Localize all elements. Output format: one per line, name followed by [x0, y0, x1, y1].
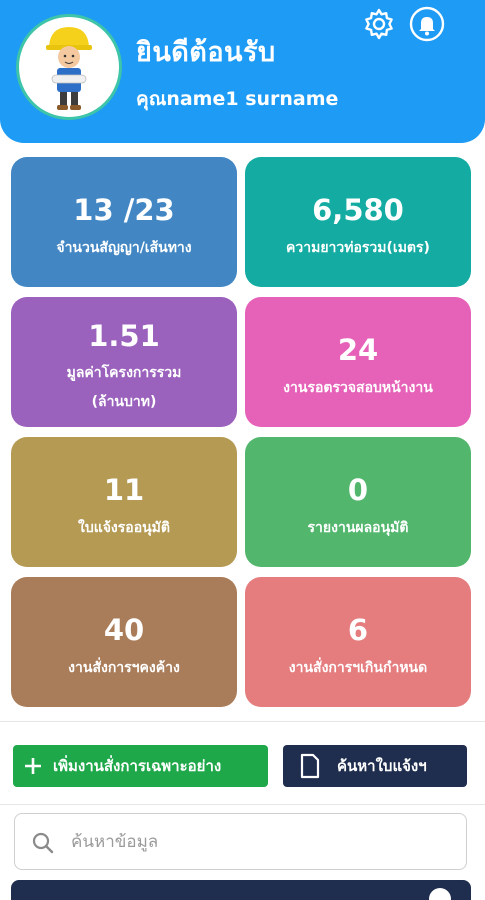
stat-value: 6,580 [312, 193, 404, 227]
search-box [14, 813, 467, 870]
gear-icon [365, 8, 393, 40]
stat-value: 24 [337, 333, 379, 367]
stat-label: งานสั่งการฯคงค้าง [68, 660, 180, 676]
notification-button[interactable] [409, 6, 445, 42]
settings-button[interactable] [361, 6, 397, 42]
bottom-panel-header[interactable] [11, 880, 471, 900]
stat-card-project-value[interactable]: 1.51 มูลค่าโครงการรวม (ล้านบาท) [11, 297, 237, 427]
stat-card-approval-report[interactable]: 0 รายงานผลอนุมัติ [245, 437, 471, 567]
user-name: คุณname1 surname [136, 88, 339, 110]
divider [0, 721, 485, 722]
search-notice-button[interactable]: ค้นหาใบแจ้งฯ [283, 745, 467, 787]
stat-card-overdue-orders[interactable]: 6 งานสั่งการฯเกินกำหนด [245, 577, 471, 707]
stat-card-pipe-length[interactable]: 6,580 ความยาวท่อรวม(เมตร) [245, 157, 471, 287]
plus-icon [13, 756, 53, 776]
stat-value: 0 [347, 473, 369, 507]
info-icon [429, 888, 451, 900]
stat-label: งานสั่งการฯเกินกำหนด [288, 660, 428, 676]
stat-card-outstanding-orders[interactable]: 40 งานสั่งการฯคงค้าง [11, 577, 237, 707]
header: ยินดีต้อนรับ คุณname1 surname [0, 0, 485, 143]
stat-label: รายงานผลอนุมัติ [307, 520, 409, 536]
divider [0, 804, 485, 805]
avatar [16, 14, 122, 120]
stat-card-contracts[interactable]: 13 /23 จำนวนสัญญา/เส้นทาง [11, 157, 237, 287]
stat-label: มูลค่าโครงการรวม (ล้านบาท) [66, 365, 182, 410]
search-input[interactable] [71, 826, 451, 858]
add-specific-order-button[interactable]: เพิ่มงานสั่งการเฉพาะอย่าง [13, 745, 268, 787]
document-icon [283, 753, 337, 779]
stat-value: 1.51 [88, 319, 160, 353]
stat-value: 13 /23 [73, 193, 175, 227]
stat-label: งานรอตรวจสอบหน้างาน [283, 380, 433, 396]
search-notice-label: ค้นหาใบแจ้งฯ [337, 757, 427, 775]
stat-card-pending-approval[interactable]: 11 ใบแจ้งรออนุมัติ [11, 437, 237, 567]
add-button-label: เพิ่มงานสั่งการเฉพาะอย่าง [53, 757, 222, 775]
stat-value: 6 [347, 613, 369, 647]
stat-label: ใบแจ้งรออนุมัติ [77, 520, 170, 536]
stat-label: ความยาวท่อรวม(เมตร) [286, 240, 430, 256]
stat-label: จำนวนสัญญา/เส้นทาง [56, 240, 192, 256]
search-icon [31, 831, 55, 859]
welcome-title: ยินดีต้อนรับ [136, 37, 276, 68]
stat-card-pending-inspection[interactable]: 24 งานรอตรวจสอบหน้างาน [245, 297, 471, 427]
stat-value: 11 [103, 473, 145, 507]
bell-icon [409, 6, 445, 42]
engineer-avatar-icon [46, 27, 92, 110]
stat-value: 40 [103, 613, 145, 647]
